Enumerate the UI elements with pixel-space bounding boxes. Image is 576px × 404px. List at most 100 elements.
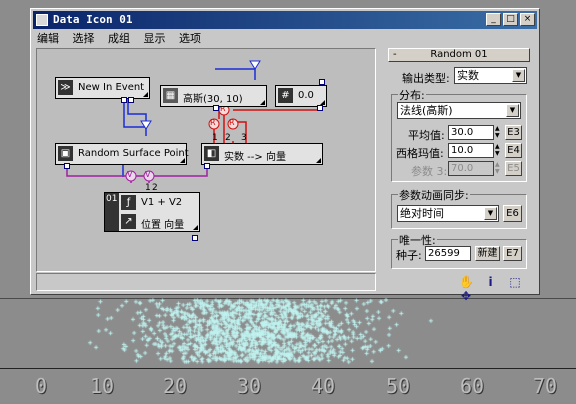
wire-triangle-marker xyxy=(140,120,152,130)
sigma-label: 西格玛值: xyxy=(396,147,444,160)
node-label: Random Surface Point xyxy=(78,148,189,159)
mean-expression-button[interactable]: E3 xyxy=(505,125,522,140)
animation-sync-select[interactable]: 绝对时间 ▼ xyxy=(397,205,499,222)
close-button[interactable]: × xyxy=(520,13,535,26)
node-new-in-event[interactable]: ≫ New In Event xyxy=(55,77,150,99)
node-label: 位置 向量 xyxy=(141,220,185,231)
port-label: 3 xyxy=(241,133,247,143)
axis-tick: 20 xyxy=(163,374,188,398)
node-corner xyxy=(180,158,185,163)
info-icon[interactable]: i xyxy=(484,275,498,289)
axis-tick: 40 xyxy=(311,374,336,398)
uniqueness-group: 唯一性: 种子: 26599 新建 E7 xyxy=(391,232,527,269)
node-corner xyxy=(260,100,265,105)
node-corner xyxy=(316,158,321,163)
window-title: Data Icon 01 xyxy=(53,13,133,26)
menu-options[interactable]: 选项 xyxy=(179,30,201,46)
window-app-icon xyxy=(36,14,48,26)
rollout-header[interactable]: - Random 01 xyxy=(388,48,530,62)
vector-icon: ↗ xyxy=(121,214,136,229)
param3-expression-button: E5 xyxy=(505,161,522,176)
hand-pan-icon[interactable]: ✋ xyxy=(459,275,474,289)
axis-tick: 50 xyxy=(386,374,411,398)
menu-select[interactable]: 选择 xyxy=(73,30,95,46)
axis-tick: 10 xyxy=(90,374,115,398)
axis-tick: 0 xyxy=(35,374,48,398)
animation-sync-group: 参数动画同步: 绝对时间 ▼ E6 xyxy=(391,187,527,229)
node-label: 高斯(30, 10) xyxy=(183,94,243,105)
node-graph-canvas[interactable]: R R R V V 1 2 3 1 2 ≫ New In Event ▦ 高斯(… xyxy=(36,48,376,272)
properties-panel: - Random 01 输出类型: 实数 ▼ 分布: 法线(高斯) ▼ 平均值:… xyxy=(388,48,530,270)
sigma-expression-button[interactable]: E4 xyxy=(505,143,522,158)
node-label: V1 + V2 xyxy=(141,197,183,208)
convert-icon: ◧ xyxy=(204,146,219,161)
mean-field[interactable]: 30.0 xyxy=(448,125,494,140)
select-value: 实数 xyxy=(457,69,479,82)
node-label: 实数 --> 向量 xyxy=(224,152,286,163)
minimize-button[interactable]: _ xyxy=(486,13,501,26)
seed-label: 种子: xyxy=(396,249,422,262)
node-random-surface-point[interactable]: ▣ Random Surface Point xyxy=(55,143,189,165)
select-region-icon[interactable]: ⬚ xyxy=(508,275,522,289)
function-icon: ƒ xyxy=(121,195,136,210)
distribution-group: 分布: 法线(高斯) ▼ 平均值: 30.0 ▲ ▼ E3 西格玛值: 10.0 … xyxy=(391,87,527,182)
output-port[interactable] xyxy=(128,97,134,103)
event-icon: ≫ xyxy=(58,80,73,95)
new-seed-button[interactable]: 新建 xyxy=(475,246,500,261)
rollout-title: Random 01 xyxy=(430,49,488,60)
output-type-select[interactable]: 实数 ▼ xyxy=(454,67,527,84)
node-corner xyxy=(193,225,198,230)
title-bar[interactable]: Data Icon 01 _ □ × xyxy=(33,11,537,29)
output-port[interactable] xyxy=(317,105,323,111)
surface-point-icon: ▣ xyxy=(58,146,73,161)
param3-field: 70.0 xyxy=(448,161,494,176)
maximize-button[interactable]: □ xyxy=(503,13,518,26)
output-type-label: 输出类型: xyxy=(402,72,450,85)
seed-field[interactable]: 26599 xyxy=(425,246,471,261)
node-real-to-vector[interactable]: ◧ 实数 --> 向量 xyxy=(201,143,323,165)
chevron-down-icon: ▼ xyxy=(512,69,525,82)
select-value: 绝对时间 xyxy=(400,207,444,220)
output-port[interactable] xyxy=(319,79,325,85)
navigate-icon[interactable]: ✥ xyxy=(459,289,473,303)
output-port[interactable] xyxy=(192,235,198,241)
group-label: 分布: xyxy=(398,87,426,103)
output-port[interactable] xyxy=(64,163,70,169)
output-port[interactable] xyxy=(204,163,210,169)
r-badge: R xyxy=(210,118,216,127)
port-label: 1 xyxy=(212,133,218,143)
canvas-toolbar: ✋ i ⬚ ✥ xyxy=(459,275,539,303)
sigma-field[interactable]: 10.0 xyxy=(448,143,494,158)
output-port[interactable] xyxy=(213,105,219,111)
menu-edit[interactable]: 编辑 xyxy=(37,30,59,46)
collapse-icon: - xyxy=(393,49,397,60)
axis-line xyxy=(0,368,576,369)
spinner-arrows-icon[interactable]: ▲ ▼ xyxy=(495,143,502,157)
menu-group[interactable]: 成组 xyxy=(108,30,130,46)
port-label: 2 xyxy=(225,133,231,143)
node-label: 0.0 xyxy=(298,90,314,101)
node-constant[interactable]: # 0.0 xyxy=(275,85,327,107)
output-port[interactable] xyxy=(121,97,127,103)
chevron-down-icon: ▼ xyxy=(506,104,519,117)
animation-expression-button[interactable]: E6 xyxy=(503,205,522,222)
chevron-down-icon: ▼ xyxy=(484,207,497,220)
spinner-arrows-icon[interactable]: ▲ ▼ xyxy=(495,125,502,139)
param3-label: 参数 3: xyxy=(411,165,448,178)
axis-tick: 70 xyxy=(533,374,558,398)
node-corner xyxy=(143,92,148,97)
axis-tick: 60 xyxy=(460,374,485,398)
v-badge: V xyxy=(127,170,133,179)
r-badge: R xyxy=(229,118,235,127)
node-gauss[interactable]: ▦ 高斯(30, 10) xyxy=(160,85,267,107)
menu-bar: 编辑 选择 成组 显示 选项 xyxy=(37,30,211,48)
distribution-select[interactable]: 法线(高斯) ▼ xyxy=(397,102,521,119)
menu-display[interactable]: 显示 xyxy=(144,30,166,46)
node-label: New In Event xyxy=(78,82,145,93)
group-label: 参数动画同步: xyxy=(398,187,470,203)
uniqueness-expression-button[interactable]: E7 xyxy=(503,246,522,261)
axis-tick: 30 xyxy=(237,374,262,398)
node-expression[interactable]: 01 ƒ ↗ V1 + V2 位置 向量 xyxy=(104,192,200,232)
random-distribution-icon: ▦ xyxy=(163,88,178,103)
spinner-arrows-icon: ▲ ▼ xyxy=(495,161,500,175)
